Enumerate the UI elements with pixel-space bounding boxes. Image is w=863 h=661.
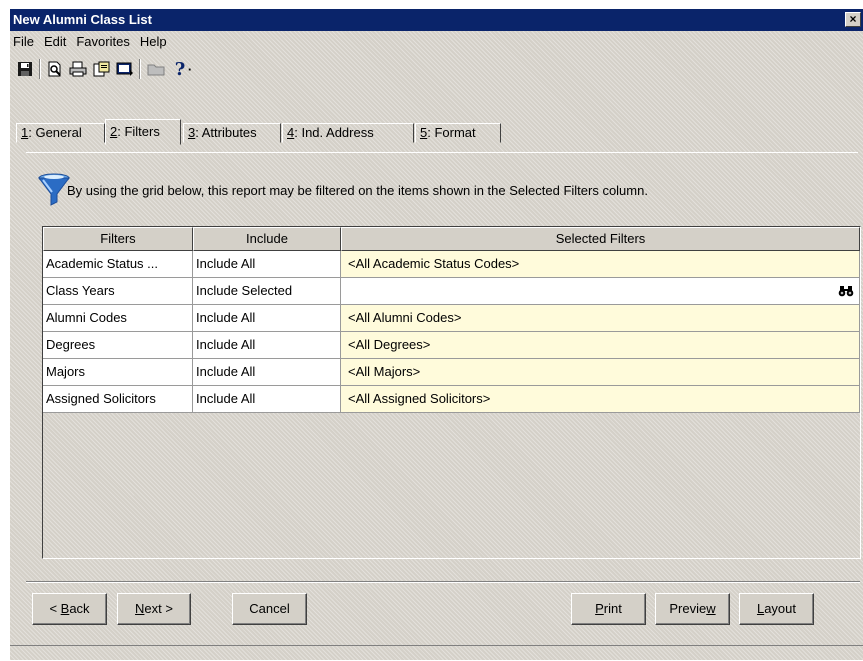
column-header-include[interactable]: Include <box>193 227 341 251</box>
include-cell[interactable]: Include All <box>193 332 341 359</box>
toolbar-separator <box>139 59 141 79</box>
layout-button[interactable]: Layout <box>739 593 814 625</box>
filter-name-cell[interactable]: Alumni Codes <box>43 305 193 332</box>
back-button[interactable]: < Back <box>32 593 107 625</box>
tab-attributes[interactable]: 3: Attributes <box>183 123 281 143</box>
status-bar <box>10 645 863 661</box>
toolbar-separator <box>39 59 41 79</box>
selected-filters-cell[interactable]: <All Academic Status Codes> <box>341 251 860 278</box>
selected-filters-cell[interactable]: <All Degrees> <box>341 332 860 359</box>
menu-edit[interactable]: Edit <box>39 32 71 52</box>
include-cell[interactable]: Include All <box>193 386 341 413</box>
selected-filters-cell[interactable]: <All Alumni Codes> <box>341 305 860 332</box>
button-separator <box>26 581 860 583</box>
filter-name-cell[interactable]: Majors <box>43 359 193 386</box>
include-cell[interactable]: Include All <box>193 359 341 386</box>
cancel-button[interactable]: Cancel <box>232 593 307 625</box>
report-window: New Alumni Class List × File Edit Favorite… <box>9 8 863 660</box>
menu-file[interactable]: File <box>10 32 39 52</box>
table-row[interactable]: Alumni Codes Include All <All Alumni Cod… <box>43 305 860 332</box>
filter-name-cell[interactable]: Assigned Solicitors <box>43 386 193 413</box>
title-bar: New Alumni Class List × <box>10 9 863 31</box>
tab-filters[interactable]: 2: Filters <box>105 119 181 145</box>
filters-grid: Filters Include Selected Filters Academi… <box>42 226 861 559</box>
close-button[interactable]: × <box>845 12 861 27</box>
toolbar: ? · <box>12 55 862 83</box>
tab-ind-address[interactable]: 4: Ind. Address <box>282 123 414 143</box>
table-row[interactable]: Majors Include All <All Majors> <box>43 359 860 386</box>
binoculars-icon[interactable] <box>836 282 856 300</box>
folder-icon[interactable] <box>145 58 167 80</box>
include-cell[interactable]: Include All <box>193 305 341 332</box>
table-row[interactable]: Class Years Include Selected <box>43 278 860 305</box>
window-title: New Alumni Class List <box>13 12 152 27</box>
tab-format[interactable]: 5: Format <box>415 123 501 143</box>
next-button[interactable]: Next > <box>117 593 191 625</box>
print-icon[interactable] <box>67 58 89 80</box>
selected-filters-cell[interactable] <box>341 278 860 305</box>
preview-button[interactable]: Preview <box>655 593 730 625</box>
table-row[interactable]: Degrees Include All <All Degrees> <box>43 332 860 359</box>
export-icon[interactable] <box>91 58 113 80</box>
save-icon[interactable] <box>14 58 36 80</box>
filter-name-cell[interactable]: Degrees <box>43 332 193 359</box>
include-cell[interactable]: Include All <box>193 251 341 278</box>
print-preview-icon[interactable] <box>44 58 66 80</box>
menu-help[interactable]: Help <box>135 32 172 52</box>
table-row[interactable]: Academic Status ... Include All <All Aca… <box>43 251 860 278</box>
column-header-filters[interactable]: Filters <box>43 227 193 251</box>
tab-general[interactable]: 1: General <box>16 123 105 143</box>
filter-name-cell[interactable]: Class Years <box>43 278 193 305</box>
help-dropdown-icon[interactable]: · <box>184 58 196 80</box>
grid-header: Filters Include Selected Filters <box>43 227 860 251</box>
selected-filters-cell[interactable]: <All Assigned Solicitors> <box>341 386 860 413</box>
funnel-icon <box>37 172 71 208</box>
table-row[interactable]: Assigned Solicitors Include All <All Ass… <box>43 386 860 413</box>
info-text: By using the grid below, this report may… <box>67 183 648 198</box>
menu-favorites[interactable]: Favorites <box>71 32 134 52</box>
filter-name-cell[interactable]: Academic Status ... <box>43 251 193 278</box>
selected-filters-cell[interactable]: <All Majors> <box>341 359 860 386</box>
menu-bar: File Edit Favorites Help <box>10 32 863 52</box>
send-icon[interactable] <box>114 58 136 80</box>
include-cell[interactable]: Include Selected <box>193 278 341 305</box>
print-button[interactable]: Print <box>571 593 646 625</box>
column-header-selected-filters[interactable]: Selected Filters <box>341 227 860 251</box>
